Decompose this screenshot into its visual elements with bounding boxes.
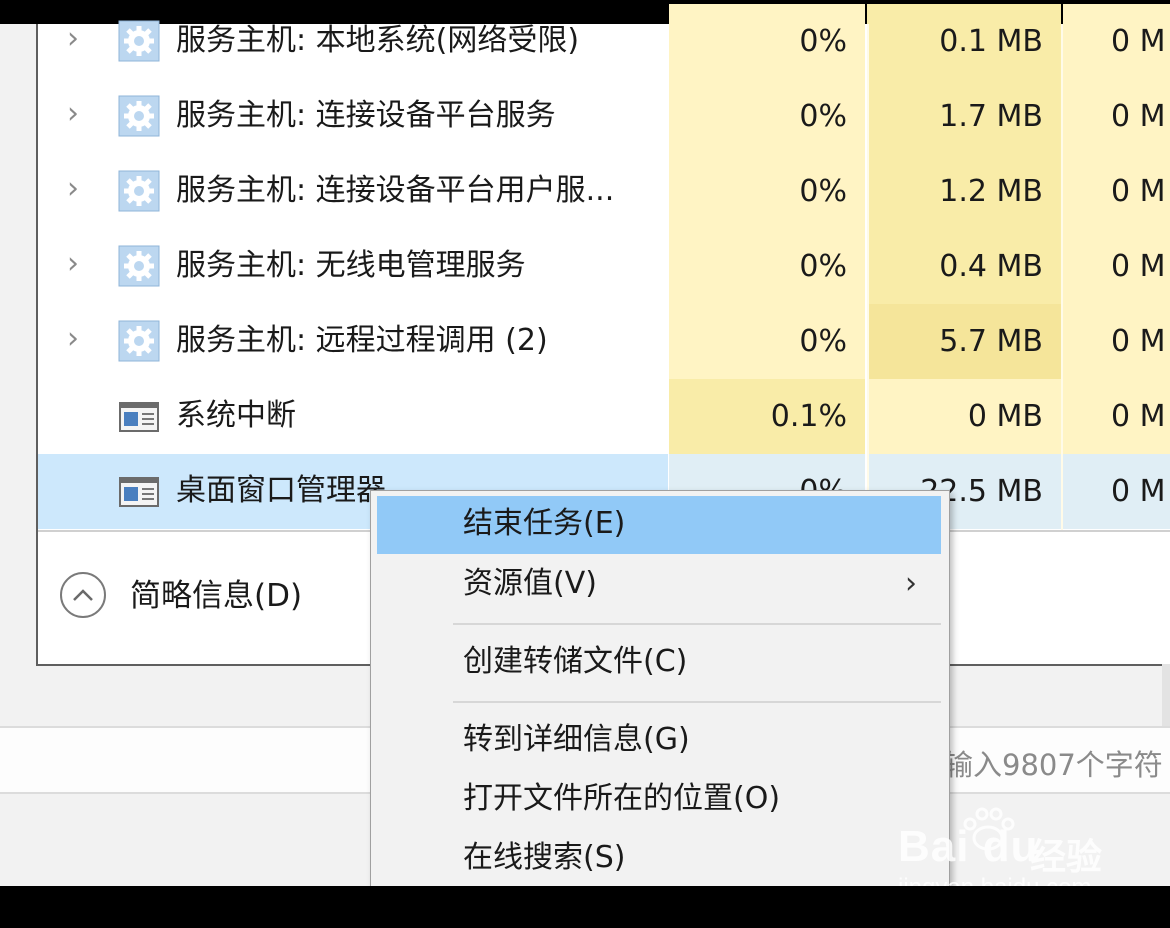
menu-item-label: 转到详细信息(G) [463, 722, 690, 757]
window-icon [119, 477, 159, 507]
process-table: › 服务主机: 本地系统(网络受限) 0% 0.1 MB 0 M › 服务主机:… [38, 4, 1170, 532]
table-row[interactable]: 系统中断 0.1% 0 MB 0 M [38, 379, 1170, 454]
memory-value: 1.2 MB [867, 154, 1061, 229]
menu-item-label: 资源值(V) [463, 566, 597, 601]
watermark-brand-cn: 经验 [1030, 837, 1103, 878]
process-name: 桌面窗口管理器 [176, 473, 386, 508]
menu-item-create-dump[interactable]: 创建转储文件(C) [377, 634, 941, 692]
disk-value: 0 M [1063, 229, 1170, 304]
process-name: 服务主机: 连接设备平台服务 [176, 98, 556, 133]
chevron-right-icon[interactable]: › [62, 247, 84, 281]
process-name: 服务主机: 连接设备平台用户服... [176, 173, 615, 208]
process-name: 服务主机: 无线电管理服务 [176, 248, 526, 283]
menu-item-label: 打开文件所在的位置(O) [463, 781, 781, 816]
submenu-arrow-icon: › [905, 566, 917, 601]
char-counter: 输入9807个字符 [944, 748, 1163, 782]
cpu-value: 0% [669, 229, 865, 304]
gear-icon [118, 170, 160, 212]
menu-separator [453, 701, 941, 703]
menu-separator [453, 623, 941, 625]
table-row[interactable]: › 服务主机: 无线电管理服务 0% 0.4 MB 0 M [38, 229, 1170, 304]
disk-value: 0 M [1063, 4, 1170, 79]
disk-value: 0 M [1063, 154, 1170, 229]
menu-item-search-online[interactable]: 在线搜索(S) [377, 830, 941, 888]
gear-icon [118, 20, 160, 62]
process-name-cell: › 服务主机: 远程过程调用 (2) [38, 304, 668, 379]
chevron-up-circle-icon [60, 572, 106, 618]
cpu-value: 0% [669, 154, 865, 229]
menu-item-go-to-details[interactable]: 转到详细信息(G) [377, 712, 941, 770]
process-name: 系统中断 [176, 398, 296, 433]
cpu-value: 0% [669, 4, 865, 79]
gear-icon [118, 95, 160, 137]
process-name-cell: › 服务主机: 无线电管理服务 [38, 229, 668, 304]
baidu-watermark: Bai du 经验 jingyan.baidu.com [896, 800, 1156, 901]
window-icon [119, 402, 159, 432]
chevron-right-icon[interactable]: › [62, 172, 84, 206]
fewer-details-label: 简略信息(D) [130, 578, 303, 614]
menu-item-label: 结束任务(E) [463, 506, 626, 541]
column-separator [1061, 24, 1063, 532]
process-name-cell: › 服务主机: 连接设备平台服务 [38, 79, 668, 154]
menu-item-label: 创建转储文件(C) [463, 644, 688, 679]
table-row[interactable]: › 服务主机: 远程过程调用 (2) 0% 5.7 MB 0 M [38, 304, 1170, 379]
process-name: 服务主机: 远程过程调用 (2) [176, 323, 548, 358]
memory-value: 5.7 MB [867, 304, 1061, 379]
table-row[interactable]: › 服务主机: 连接设备平台服务 0% 1.7 MB 0 M [38, 79, 1170, 154]
cpu-value: 0% [669, 304, 865, 379]
chevron-right-icon[interactable]: › [62, 22, 84, 56]
table-row[interactable]: › 服务主机: 本地系统(网络受限) 0% 0.1 MB 0 M [38, 4, 1170, 79]
menu-item-end-task[interactable]: 结束任务(E) [377, 496, 941, 554]
cpu-value: 0% [669, 79, 865, 154]
disk-value: 0 M [1063, 379, 1170, 454]
context-menu: 结束任务(E) 资源值(V) › 创建转储文件(C) 转到详细信息(G) 打开文… [370, 490, 950, 892]
process-name-cell: 系统中断 [38, 379, 668, 454]
chevron-right-icon[interactable]: › [62, 322, 84, 356]
menu-item-resource-values[interactable]: 资源值(V) › [377, 556, 941, 614]
gear-icon [118, 320, 160, 362]
memory-value: 0 MB [867, 379, 1061, 454]
memory-value: 0.4 MB [867, 229, 1061, 304]
memory-value: 0.1 MB [867, 4, 1061, 79]
bottom-black-bar [0, 886, 1170, 928]
process-name-cell: › 服务主机: 本地系统(网络受限) [38, 4, 668, 79]
disk-value: 0 M [1063, 454, 1170, 529]
disk-value: 0 M [1063, 304, 1170, 379]
paw-icon [963, 807, 1015, 851]
window-edge [1162, 664, 1170, 726]
disk-value: 0 M [1063, 79, 1170, 154]
table-row[interactable]: › 服务主机: 连接设备平台用户服... 0% 1.2 MB 0 M [38, 154, 1170, 229]
menu-item-open-file-location[interactable]: 打开文件所在的位置(O) [377, 771, 941, 829]
process-name-cell: › 服务主机: 连接设备平台用户服... [38, 154, 668, 229]
column-separator [867, 24, 869, 532]
process-name: 服务主机: 本地系统(网络受限) [176, 23, 580, 58]
cpu-value: 0.1% [669, 379, 865, 454]
chevron-right-icon[interactable]: › [62, 97, 84, 131]
menu-item-label: 在线搜索(S) [463, 840, 626, 875]
memory-value: 1.7 MB [867, 79, 1061, 154]
gear-icon [118, 245, 160, 287]
